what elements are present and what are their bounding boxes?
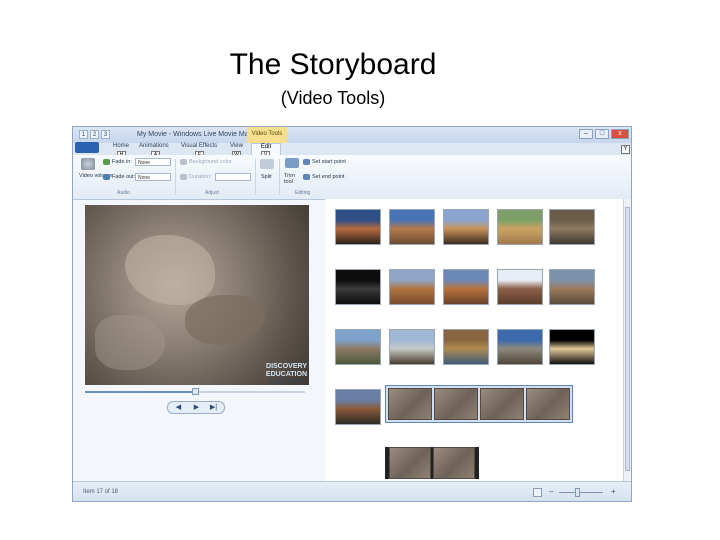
storyboard-view-icon[interactable] [533,488,542,497]
duration-select[interactable] [215,173,251,181]
duration-label: Duration: [189,174,212,180]
clip-frame [526,388,570,420]
set-start-point-icon [303,159,310,165]
watermark-line: EDUCATION [265,371,307,378]
slide-title: The Storyboard [229,48,437,81]
clip-13[interactable] [443,329,489,365]
clip-6[interactable] [335,269,381,305]
discovery-education-watermark: DISCOVERY EDUCATION [266,363,307,379]
clip-3[interactable] [443,209,489,245]
ribbon-separator [175,159,176,195]
clip-10[interactable] [549,269,595,305]
set-end-point-icon [303,174,310,180]
group-label-adjust: Adjust [205,190,219,196]
clip-frame [389,447,431,479]
background-color-icon [180,159,187,165]
watermark-line: DISCOVERY [266,363,307,370]
clip-4[interactable] [497,209,543,245]
window-title: My Movie - Windows Live Movie Maker [137,131,259,138]
clip-8[interactable] [443,269,489,305]
movie-maker-window: 1 2 3 My Movie - Windows Live Movie Make… [72,126,632,502]
split-icon [260,159,274,169]
speaker-icon [81,158,95,170]
clip-7[interactable] [389,269,435,305]
seek-bar-thumb[interactable] [192,388,199,395]
zoom-control: – + [533,487,623,498]
ribbon: Video volume Fade in: None Fade out: Non… [73,155,631,200]
storyboard-scrollbar[interactable] [623,199,631,481]
clip-5[interactable] [549,209,595,245]
close-button[interactable]: x [611,129,629,139]
clip-9[interactable] [497,269,543,305]
clip-15[interactable] [549,329,595,365]
clip-frame [433,447,475,479]
clip-frame [388,388,432,420]
set-end-point-button[interactable]: Set end point [312,174,344,180]
status-bar: Item 17 of 18 – + [73,481,631,501]
qat-keytip-2[interactable]: 2 [90,130,99,139]
scrollbar-thumb[interactable] [625,207,630,471]
group-label-audio: Audio [117,190,130,196]
clip-1[interactable] [335,209,381,245]
clip-11[interactable] [335,329,381,365]
video-preview[interactable]: DISCOVERY EDUCATION [85,205,309,385]
zoom-slider-thumb[interactable] [575,488,580,497]
quick-access-toolbar: 1 2 3 [79,130,110,139]
selected-clip[interactable] [385,385,573,423]
set-start-point-button[interactable]: Set start point [312,159,346,165]
duration-icon [180,174,187,180]
tab-view[interactable]: View [230,143,243,149]
item-count: Item 17 of 18 [83,489,119,495]
slide-subtitle: (Video Tools) [280,88,386,108]
minimize-button[interactable]: – [579,129,593,139]
zoom-in-button[interactable]: + [611,487,616,496]
tab-home[interactable]: Home [113,143,129,149]
clip-14[interactable] [497,329,543,365]
ribbon-separator [279,159,280,195]
qat-keytip-3[interactable]: 3 [101,130,110,139]
background-color-button[interactable]: Background color [189,159,232,165]
video-volume-button[interactable]: Video volume [79,173,112,179]
fade-out-icon [103,174,110,180]
fade-in-select[interactable]: None [135,158,171,166]
playback-controls: ◀ ▶ ▶| [167,401,225,414]
fade-in-label: Fade in: [112,159,132,165]
ribbon-separator [255,159,256,195]
preview-texture [185,295,265,345]
fade-in-icon [103,159,110,165]
preview-texture [125,235,215,305]
preview-texture [95,315,165,370]
next-frame-button[interactable]: ▶| [205,403,222,412]
fade-out-label: Fade out: [112,174,136,180]
previous-frame-button[interactable]: ◀ [170,403,187,412]
clip-12[interactable] [389,329,435,365]
clip-18[interactable] [385,447,479,479]
play-button[interactable]: ▶ [188,403,205,412]
clip-2[interactable] [389,209,435,245]
application-menu-button[interactable] [75,142,99,153]
fade-out-select[interactable]: None [135,173,171,181]
qat-keytip-1[interactable]: 1 [79,130,88,139]
title-bar: 1 2 3 My Movie - Windows Live Movie Make… [73,127,631,143]
clip-16[interactable] [335,389,381,425]
help-keytip: Y [621,145,630,154]
clip-frame [480,388,524,420]
split-button[interactable]: Split [261,174,272,180]
trim-tool-button[interactable]: Trim tool [284,173,298,185]
tab-animations[interactable]: Animations [139,143,169,149]
contextual-tab-video-tools: Video Tools [247,127,287,143]
timecode: 01:23 / 02:44 [268,379,304,385]
zoom-out-button[interactable]: – [549,487,553,496]
clip-frame [434,388,478,420]
seek-bar-fill [85,391,195,393]
group-label-editing: Editing [295,190,311,196]
zoom-slider[interactable] [559,492,603,493]
tab-visual-effects[interactable]: Visual Effects [181,143,217,149]
seek-bar[interactable] [85,388,305,395]
maximize-button[interactable]: □ [595,129,609,139]
trim-tool-icon [285,158,299,168]
